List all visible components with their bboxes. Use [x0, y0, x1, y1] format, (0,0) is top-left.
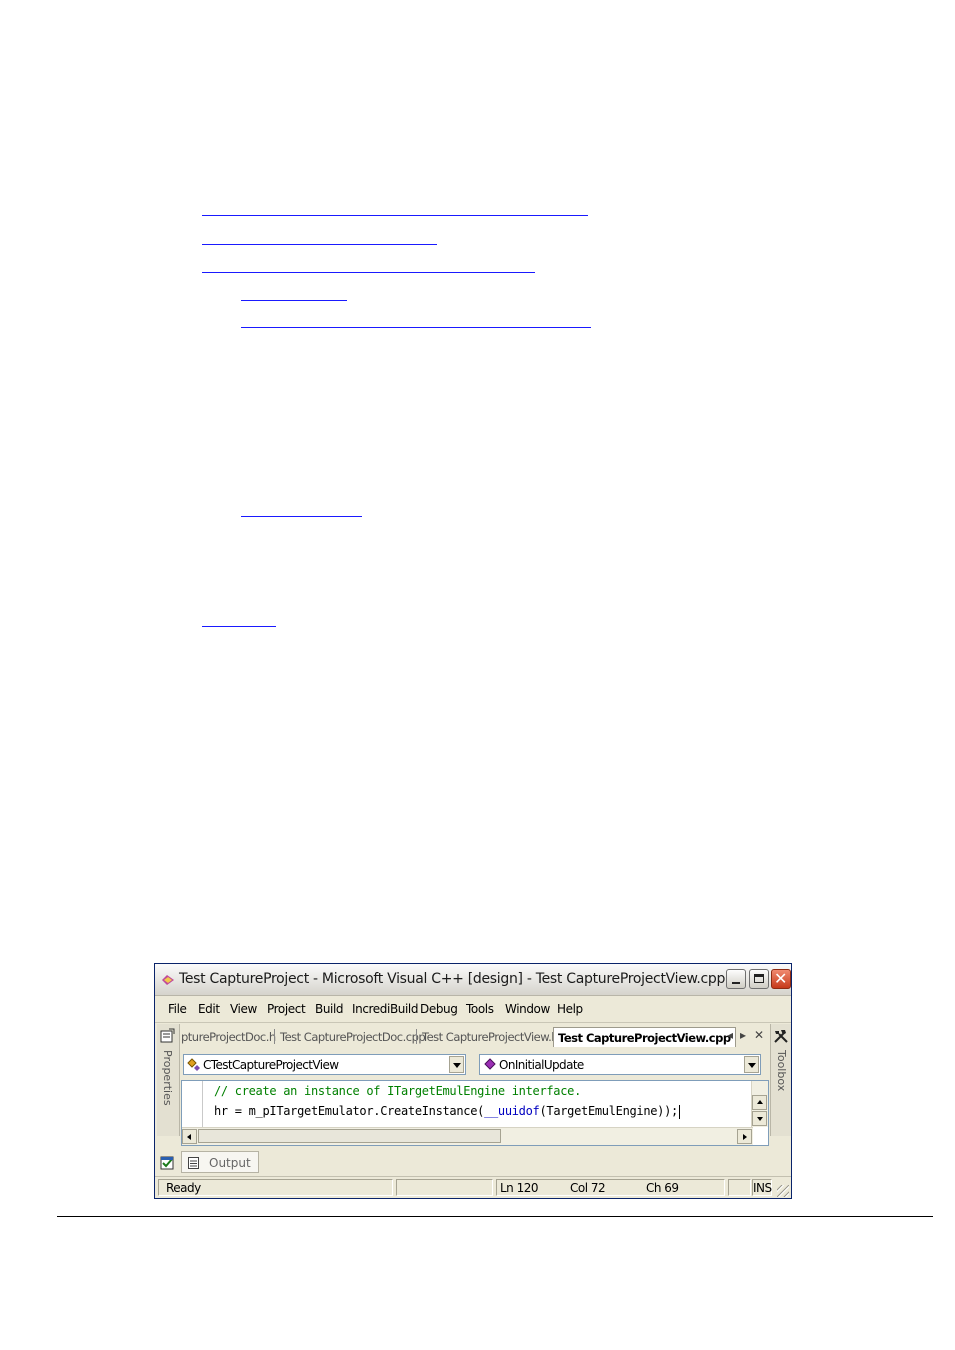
arrow-up-icon: [757, 1100, 763, 1104]
tab-separator: [274, 1029, 275, 1044]
code-text: hr = m_pITargetEmulator.CreateInstance(: [214, 1104, 485, 1118]
maximize-icon: [754, 974, 764, 983]
tab-projectview-h[interactable]: Test CaptureProjectView.h: [422, 1030, 559, 1044]
document-tabs: ptureProjectDoc.h Test CaptureProjectDoc…: [181, 1024, 769, 1047]
tab-projectdoc-cpp[interactable]: Test CaptureProjectDoc.cpp: [280, 1030, 426, 1044]
code-line-statement: hr = m_pITargetEmulator.CreateInstance(_…: [214, 1104, 680, 1119]
menu-tools[interactable]: Tools: [466, 1002, 494, 1016]
menu-file[interactable]: File: [168, 1002, 187, 1016]
status-panel-blank-2: [728, 1179, 751, 1196]
method-icon: [484, 1058, 496, 1070]
scroll-down-button[interactable]: [752, 1111, 767, 1126]
menu-bar: File Edit View Project Build IncrediBuil…: [155, 996, 791, 1023]
tab-scroll-right-icon[interactable]: ▸: [740, 1028, 746, 1042]
output-tab-label: Output: [209, 1156, 251, 1170]
link-underline-1[interactable]: [202, 215, 588, 216]
menu-debug[interactable]: Debug: [420, 1002, 458, 1016]
code-keyword: __uuidof: [484, 1104, 540, 1118]
horizontal-scrollbar[interactable]: [182, 1127, 753, 1145]
link-underline-5[interactable]: [241, 327, 591, 328]
code-line-comment: // create an instance of ITargetEmulEngi…: [214, 1084, 582, 1098]
class-icon: [187, 1058, 200, 1071]
chevron-down-icon[interactable]: [449, 1056, 464, 1073]
visual-studio-icon: [162, 975, 174, 985]
toolbox-label: Toolbox: [775, 1050, 788, 1092]
menu-edit[interactable]: Edit: [198, 1002, 220, 1016]
vertical-scrollbar[interactable]: [751, 1081, 768, 1127]
output-icon: [188, 1157, 199, 1169]
scroll-right-button[interactable]: [737, 1129, 752, 1144]
toolbox-strip[interactable]: Toolbox: [770, 1024, 791, 1136]
menu-project[interactable]: Project: [267, 1002, 306, 1016]
toolbox-icon: [774, 1030, 788, 1043]
tab-scroll-left-icon[interactable]: ◂: [727, 1028, 733, 1042]
status-ins: INS: [753, 1181, 772, 1195]
link-underline-4[interactable]: [241, 300, 347, 301]
arrow-right-icon: [743, 1134, 747, 1140]
page-footer-rule: [57, 1216, 933, 1217]
title-bar[interactable]: Test CaptureProject - Microsoft Visual C…: [155, 964, 791, 996]
close-button[interactable]: ✕: [771, 969, 791, 989]
link-underline-3[interactable]: [202, 272, 535, 273]
minimize-icon: [732, 982, 740, 984]
tab-separator: [416, 1029, 417, 1044]
menu-view[interactable]: View: [230, 1002, 257, 1016]
tab-close-icon[interactable]: ✕: [754, 1028, 764, 1042]
scroll-left-button[interactable]: [182, 1129, 197, 1144]
menu-help[interactable]: Help: [557, 1002, 583, 1016]
properties-strip[interactable]: Properties: [157, 1024, 180, 1136]
properties-label: Properties: [161, 1050, 174, 1106]
text-caret: [678, 1104, 680, 1119]
minimize-button[interactable]: [726, 969, 746, 989]
link-underline-7[interactable]: [202, 626, 276, 627]
class-combo-value: CTestCaptureProjectView: [203, 1058, 339, 1072]
tab-output[interactable]: Output: [181, 1151, 259, 1173]
close-icon: ✕: [774, 969, 788, 988]
class-combo[interactable]: CTestCaptureProjectView: [183, 1054, 466, 1075]
status-char: Ch 69: [646, 1181, 679, 1195]
tab-projectview-cpp[interactable]: Test CaptureProjectView.cpp: [553, 1027, 736, 1047]
maximize-button[interactable]: [749, 969, 769, 989]
menu-build[interactable]: Build: [315, 1002, 344, 1016]
arrow-down-icon: [757, 1117, 763, 1121]
member-combo[interactable]: OnInitialUpdate: [479, 1054, 761, 1075]
scroll-up-button[interactable]: [752, 1095, 767, 1110]
horizontal-scroll-thumb[interactable]: [198, 1129, 501, 1143]
link-underline-2[interactable]: [202, 244, 437, 245]
menu-incredibuild[interactable]: IncrediBuild: [352, 1002, 418, 1016]
output-panel-bar: Output: [157, 1151, 791, 1175]
status-column: Col 72: [570, 1181, 606, 1195]
code-editor[interactable]: // create an instance of ITargetEmulEngi…: [181, 1080, 769, 1146]
window-title: Test CaptureProject - Microsoft Visual C…: [179, 971, 726, 987]
arrow-left-icon: [187, 1134, 191, 1140]
status-bar: Ready Ln 120 Col 72 Ch 69 INS: [155, 1176, 791, 1198]
status-line: Ln 120: [500, 1181, 539, 1195]
server-explorer-icon[interactable]: [160, 1155, 176, 1171]
status-ready: Ready: [166, 1181, 201, 1195]
editor-gutter: [202, 1081, 203, 1127]
chevron-down-icon[interactable]: [744, 1056, 759, 1073]
menu-window[interactable]: Window: [505, 1002, 550, 1016]
properties-icon: [160, 1028, 175, 1043]
code-text: (TargetEmulEngine));: [539, 1104, 678, 1118]
vs-window: Test CaptureProject - Microsoft Visual C…: [154, 963, 792, 1199]
link-underline-6[interactable]: [241, 516, 362, 517]
tab-projectdoc-h[interactable]: ptureProjectDoc.h: [181, 1030, 276, 1044]
resize-grip[interactable]: [777, 1185, 789, 1197]
member-combo-value: OnInitialUpdate: [499, 1058, 584, 1072]
status-panel-blank: [396, 1179, 493, 1196]
